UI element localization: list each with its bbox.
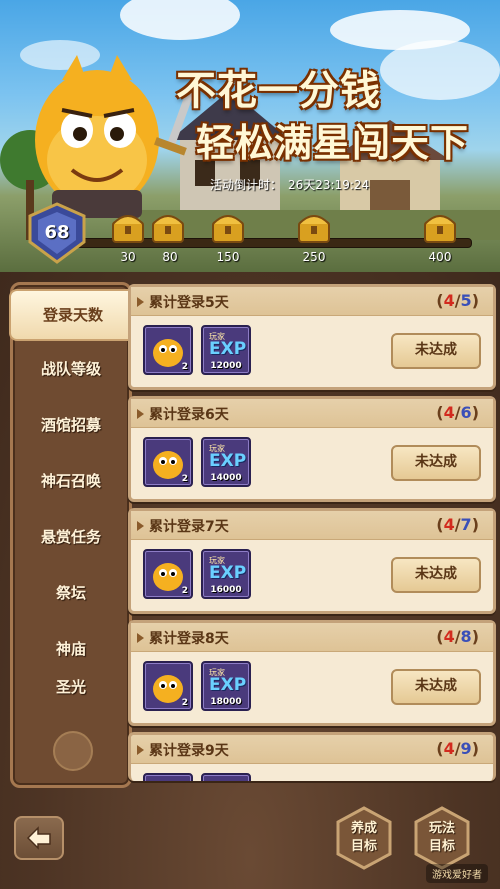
- treasure-chest-icon[interactable]: [150, 210, 186, 244]
- reward-card: 累计登录5天 (4/5) 2 玩家 EXP 12000 未达成: [128, 284, 496, 390]
- banner-title-line1: 不花一分钱: [176, 68, 381, 114]
- back-button[interactable]: [14, 816, 64, 860]
- emblem-icon: [53, 731, 93, 771]
- progress-current: 4: [443, 627, 455, 646]
- category-sidebar: 登录天数 战队等级 酒馆招募 神石召唤 悬赏任务 祭坛 神庙 圣光: [9, 282, 137, 788]
- not-achieved-button[interactable]: 未达成: [391, 669, 481, 705]
- milestone-value: 250: [302, 250, 326, 264]
- tab-team-level[interactable]: 战队等级: [13, 341, 129, 397]
- reward-item-hero-shard[interactable]: 2: [143, 661, 193, 711]
- progress-current: 4: [443, 403, 455, 422]
- progress-total: 7: [460, 515, 472, 534]
- nurture-goal-label-1: 养成: [350, 821, 377, 836]
- card-title: 累计登录6天: [137, 404, 229, 424]
- exp-label: EXP: [209, 563, 247, 583]
- card-header: 累计登录9天 (4/9): [131, 735, 493, 764]
- card-title: 累计登录7天: [137, 516, 229, 536]
- reward-item-exp[interactable]: 玩家 EXP 14000: [201, 437, 251, 487]
- milestone-value: 80: [162, 250, 178, 264]
- back-arrow-icon: [26, 826, 51, 850]
- card-progress: (4/6): [436, 403, 479, 422]
- card-progress: (4/8): [436, 627, 479, 646]
- treasure-chest-icon[interactable]: [422, 210, 458, 244]
- player-level-badge: 68: [26, 202, 88, 264]
- milestone-value: 400: [428, 250, 452, 264]
- progress-total: 9: [460, 739, 472, 758]
- tab-temple[interactable]: 神庙: [13, 621, 129, 677]
- card-title: 累计登录8天: [137, 628, 229, 648]
- milestone-value: 150: [216, 250, 240, 264]
- exp-label: EXP: [209, 451, 247, 471]
- card-header: 累计登录8天 (4/8): [131, 623, 493, 652]
- reward-item-hero-shard[interactable]: 2: [143, 549, 193, 599]
- treasure-chest-icon[interactable]: [296, 210, 332, 244]
- exp-label: EXP: [209, 675, 247, 695]
- gameplay-goal-label-1: 玩法: [428, 821, 455, 836]
- nurture-goal-button[interactable]: 养成 目标: [336, 806, 392, 870]
- reward-item-hero-shard[interactable]: 2: [143, 325, 193, 375]
- card-title: 累计登录9天: [137, 740, 229, 760]
- tab-bounty-quest[interactable]: 悬赏任务: [13, 509, 129, 565]
- reward-item-exp[interactable]: 玩家 EXP 16000: [201, 549, 251, 599]
- watermark-label: 游戏爱好者: [426, 864, 488, 883]
- card-title: 累计登录5天: [137, 292, 229, 312]
- reward-quantity: 2: [181, 362, 188, 372]
- gameplay-goal-button[interactable]: 玩法 目标: [414, 806, 470, 870]
- milestone-value: 30: [120, 250, 136, 264]
- treasure-chest-icon[interactable]: [110, 210, 146, 244]
- reward-item-exp[interactable]: [201, 773, 251, 781]
- reward-quantity: 2: [181, 698, 188, 708]
- event-countdown: 活动倒计时： 26天23:19:24: [210, 176, 375, 193]
- reward-item-hero-shard[interactable]: 2: [143, 437, 193, 487]
- exp-quantity: 16000: [210, 585, 242, 595]
- progress-current: 4: [443, 515, 455, 534]
- cloud: [120, 0, 240, 40]
- progress-current: 4: [443, 291, 455, 310]
- reward-item-exp[interactable]: 玩家 EXP 18000: [201, 661, 251, 711]
- player-level: 68: [44, 222, 70, 243]
- tab-login-days[interactable]: 登录天数: [9, 289, 137, 341]
- exp-quantity: 12000: [210, 361, 242, 371]
- tab-tavern-recruit[interactable]: 酒馆招募: [13, 397, 129, 453]
- reward-card: 累计登录6天 (4/6) 2 玩家 EXP 14000 未达成: [128, 396, 496, 502]
- tab-godstone-summon[interactable]: 神石召唤: [13, 453, 129, 509]
- gameplay-goal-label-2: 目标: [428, 839, 455, 854]
- reward-quantity: 2: [181, 586, 188, 596]
- tab-altar[interactable]: 祭坛: [13, 565, 129, 621]
- exp-quantity: 14000: [210, 473, 242, 483]
- countdown-value: 26天23:19:24: [288, 178, 370, 192]
- progress-total: 8: [460, 627, 472, 646]
- not-achieved-button[interactable]: 未达成: [391, 557, 481, 593]
- card-header: 累计登录5天 (4/5): [131, 287, 493, 316]
- reward-card: 累计登录8天 (4/8) 2 玩家 EXP 18000 未达成: [128, 620, 496, 726]
- card-progress: (4/9): [436, 739, 479, 758]
- not-achieved-button[interactable]: 未达成: [391, 445, 481, 481]
- reward-card: 累计登录9天 (4/9): [128, 732, 496, 781]
- card-progress: (4/7): [436, 515, 479, 534]
- progress-current: 4: [443, 739, 455, 758]
- reward-item-exp[interactable]: 玩家 EXP 12000: [201, 325, 251, 375]
- countdown-label: 活动倒计时：: [210, 178, 283, 192]
- card-header: 累计登录6天 (4/6): [131, 399, 493, 428]
- banner-title-line2: 轻松满星闯天下: [196, 121, 470, 165]
- event-banner: 不花一分钱 轻松满星闯天下 活动倒计时： 26天23:19:24 68 30 8…: [0, 0, 500, 272]
- exp-quantity: 18000: [210, 697, 242, 707]
- progress-total: 5: [460, 291, 472, 310]
- progress-total: 6: [460, 403, 472, 422]
- treasure-chest-icon[interactable]: [210, 210, 246, 244]
- not-achieved-button[interactable]: 未达成: [391, 333, 481, 369]
- tab-holy-light[interactable]: 圣光: [13, 677, 129, 697]
- card-progress: (4/5): [436, 291, 479, 310]
- reward-item-hero-shard[interactable]: [143, 773, 193, 781]
- card-header: 累计登录7天 (4/7): [131, 511, 493, 540]
- exp-label: EXP: [209, 339, 247, 359]
- nurture-goal-label-2: 目标: [350, 839, 377, 854]
- reward-card: 累计登录7天 (4/7) 2 玩家 EXP 16000 未达成: [128, 508, 496, 614]
- reward-quantity: 2: [181, 474, 188, 484]
